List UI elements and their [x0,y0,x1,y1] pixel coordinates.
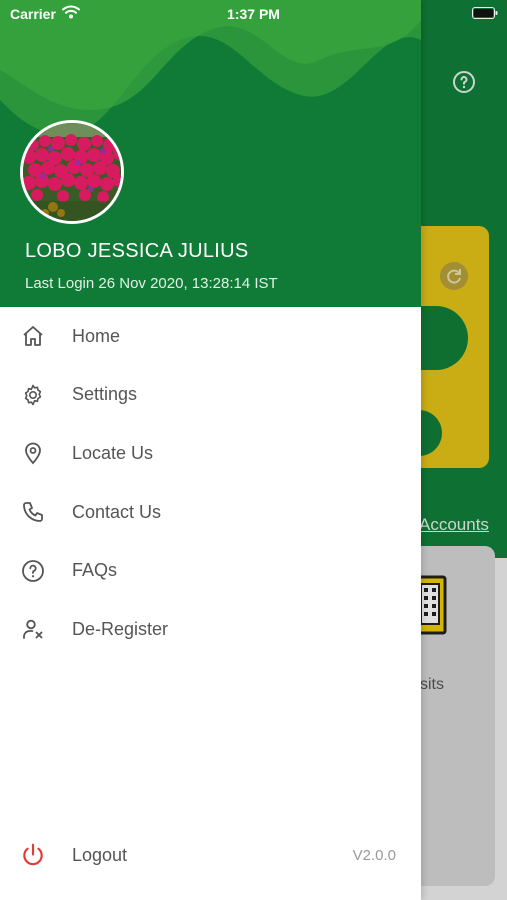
drawer-header: LOBO JESSICA JULIUS Last Login 26 Nov 20… [0,0,421,307]
logout-button[interactable]: Logout V2.0.0 [0,826,421,884]
menu-item-de-register[interactable]: De-Register [0,600,421,659]
power-icon [20,842,46,868]
user-remove-icon [20,616,46,642]
menu-item-home[interactable]: Home [0,307,421,366]
menu-item-label: Contact Us [72,501,162,522]
status-time: 1:37 PM [227,6,280,22]
question-circle-icon [20,558,46,584]
menu-item-locate-us[interactable]: Locate Us [0,424,421,483]
drawer-menu: Home Settings Locate Us Contact Us FAQs … [0,307,421,659]
menu-item-contact-us[interactable]: Contact Us [0,483,421,542]
menu-item-label: Locate Us [72,442,154,463]
logout-label: Logout [72,844,128,865]
avatar[interactable] [20,120,124,224]
status-bar: Carrier 1:37 PM [0,0,421,28]
menu-item-label: Home [72,325,121,346]
flower-photo [23,123,121,221]
menu-item-settings[interactable]: Settings [0,366,421,425]
navigation-drawer: LOBO JESSICA JULIUS Last Login 26 Nov 20… [0,0,421,900]
user-name: LOBO JESSICA JULIUS [25,240,249,262]
menu-item-label: FAQs [72,560,118,581]
app-version: V2.0.0 [352,846,396,864]
gear-icon [20,382,46,408]
home-icon [20,323,46,349]
phone-icon [20,499,46,525]
menu-item-label: Settings [72,384,138,405]
battery-icon [472,7,498,19]
menu-item-label: De-Register [72,618,169,639]
last-login-text: Last Login 26 Nov 2020, 13:28:14 IST [25,275,278,292]
location-pin-icon [20,440,46,466]
menu-item-faqs[interactable]: FAQs [0,541,421,600]
